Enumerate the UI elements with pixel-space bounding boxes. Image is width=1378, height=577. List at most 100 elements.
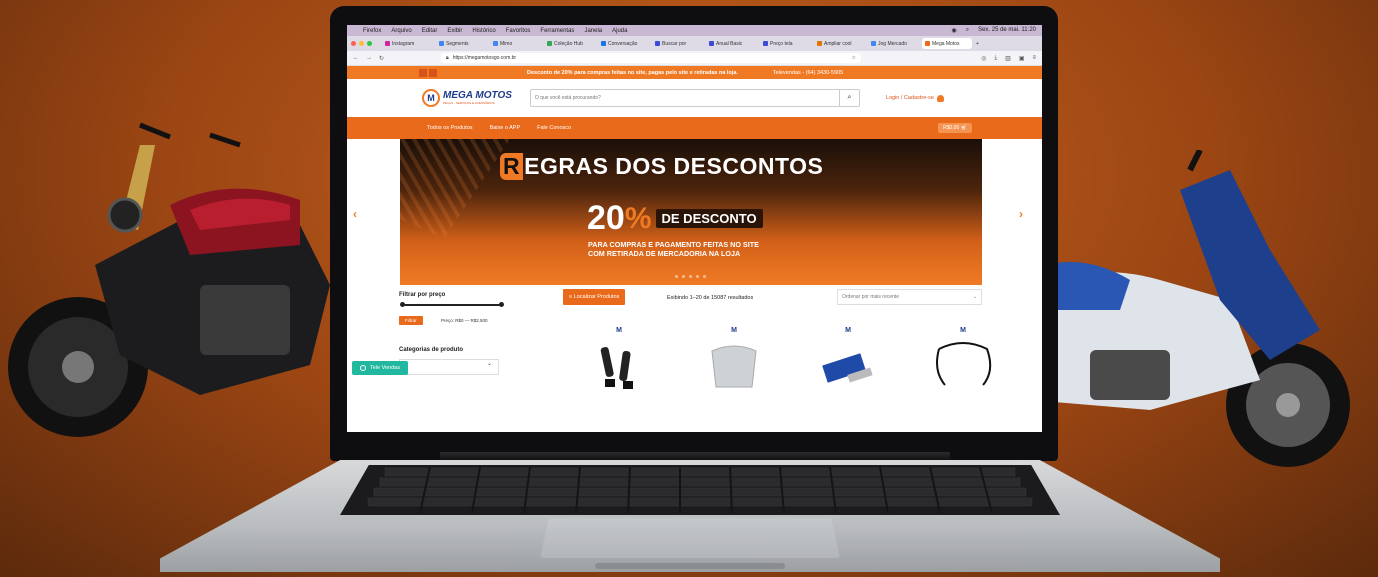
menu-firefox[interactable]: Firefox — [363, 28, 381, 34]
hero-discount-tag: DE DESCONTO — [655, 209, 763, 228]
menubar-status: ◉ ⌕ Sex. 25 de mai. 11:20 — [951, 27, 1036, 34]
browser-tab[interactable]: Ampliar cool — [814, 38, 864, 49]
site-logo[interactable]: M MEGA MOTOS PEÇAS · SERVIÇOS E ACESSÓRI… — [422, 89, 512, 107]
televendas-phone[interactable]: Televendas - (64) 3430-5905 — [773, 70, 843, 76]
logo-subtitle: PEÇAS · SERVIÇOS E ACESSÓRIOS — [443, 101, 495, 105]
new-tab-icon[interactable]: + — [976, 41, 979, 47]
nav-contact[interactable]: Fale Conosco — [537, 125, 571, 131]
price-slider[interactable] — [400, 302, 504, 307]
nav-all-products[interactable]: Todos os Produtos — [427, 125, 473, 131]
menu-ferramentas[interactable]: Ferramentas — [540, 28, 574, 34]
library-icon[interactable]: ▥ — [1005, 55, 1011, 62]
menu-arquivo[interactable]: Arquivo — [391, 28, 411, 34]
locate-products-button[interactable]: ≡ Localizar Produtos — [563, 289, 626, 305]
filter-button[interactable]: Filtrar — [399, 316, 423, 325]
whatsapp-icon — [360, 365, 366, 371]
sort-select[interactable]: Ordenar por mais recente ⌄ — [837, 289, 982, 305]
product-image-cable — [936, 342, 992, 386]
maximize-window-icon[interactable] — [367, 41, 372, 46]
bookmark-star-icon[interactable]: ☆ — [852, 55, 856, 61]
pocket-icon[interactable]: ◎ — [981, 55, 986, 62]
blue-scooter-image — [1030, 150, 1350, 467]
product-brand-icon: M — [845, 327, 851, 334]
chevron-down-icon: ⌄ — [486, 361, 492, 367]
menu-ajuda[interactable]: Ajuda — [612, 28, 627, 34]
menu-icon[interactable]: ≡ — [1032, 55, 1036, 62]
product-card[interactable]: M — [798, 327, 898, 391]
cart-button[interactable]: R$0,00 🛒︎ — [938, 123, 972, 133]
product-brand-icon: M — [960, 327, 966, 334]
price-range: Preço: R$0 — R$2.500 — [441, 318, 488, 323]
product-card[interactable]: M — [684, 327, 784, 391]
menu-janela[interactable]: Janela — [584, 28, 602, 34]
instagram-icon[interactable] — [429, 68, 437, 77]
search-input[interactable] — [530, 95, 839, 101]
forward-icon[interactable]: → — [366, 55, 372, 61]
chevron-down-icon: ⌄ — [972, 294, 977, 300]
social-links — [419, 68, 437, 77]
product-image-spark-plug — [822, 353, 873, 383]
search-icon[interactable]: ⌕ — [966, 27, 969, 34]
product-card[interactable]: M — [913, 327, 1013, 391]
hero-carousel: ‹ R EGRAS DOS DESCONTOS 20% DE DESCONTO P… — [347, 139, 1042, 289]
hero-discount: 20% DE DESCONTO — [587, 199, 763, 238]
hero-title: R EGRAS DOS DESCONTOS — [500, 153, 823, 180]
close-window-icon[interactable] — [351, 41, 356, 46]
hero-subtitle: PARA COMPRAS E PAGAMENTO FEITAS NO SITE … — [588, 240, 759, 258]
main-nav: Todos os Produtos Baixe o APP Fale Conos… — [347, 117, 1042, 139]
browser-tab[interactable]: Segments — [436, 38, 486, 49]
browser-tab[interactable]: Coleção Hub — [544, 38, 594, 49]
laptop-notch — [595, 563, 785, 569]
shop-content: Filtrar por preço Filtrar Preço: R$0 — R… — [347, 289, 1042, 429]
search-button[interactable]: ⌕ — [838, 90, 859, 106]
product-brand-icon: M — [731, 327, 737, 334]
download-icon[interactable]: ⤓ — [994, 55, 997, 62]
window-controls — [351, 41, 372, 46]
laptop-screen: Firefox Arquivo Editar Exibir Histórico … — [347, 25, 1042, 432]
search-box: ⌕ — [529, 89, 860, 107]
product-card[interactable]: M — [569, 327, 669, 391]
price-filter-title: Filtrar por preço — [399, 292, 446, 298]
browser-tab[interactable]: Preço tela — [760, 38, 810, 49]
hero-banner[interactable]: R EGRAS DOS DESCONTOS 20% DE DESCONTO PAR… — [400, 139, 982, 285]
product-brand-icon: M — [616, 327, 622, 334]
televendas-chat-button[interactable]: Tele Vendas — [352, 361, 408, 375]
carousel-dots[interactable] — [675, 275, 706, 278]
results-count: Exibindo 1–20 de 15087 resultados — [667, 295, 754, 301]
login-link[interactable]: Login / Cadastre-se — [886, 94, 944, 102]
carousel-next-icon[interactable]: › — [1019, 207, 1023, 221]
browser-tab[interactable]: Conversação — [598, 38, 648, 49]
url-field[interactable]: 🔒︎ https://megamotosgo.com.br ☆ — [441, 53, 862, 63]
menu-historico[interactable]: Histórico — [472, 28, 495, 34]
categories-title: Categorias de produto — [399, 347, 464, 353]
wifi-icon[interactable]: ◉ — [951, 27, 956, 34]
browser-tab[interactable]: Mimo — [490, 38, 540, 49]
user-icon — [936, 94, 944, 102]
reload-icon[interactable]: ↻ — [379, 55, 384, 62]
browser-toolbar: ← → ↻ 🔒︎ https://megamotosgo.com.br ☆ ◎ … — [347, 51, 1042, 66]
minimize-window-icon[interactable] — [359, 41, 364, 46]
menu-favoritos[interactable]: Favoritos — [506, 28, 531, 34]
url-text: https://megamotosgo.com.br — [452, 55, 517, 61]
category-select[interactable]: ⌄ — [399, 359, 499, 375]
keyboard — [340, 465, 1060, 515]
browser-tab[interactable]: Jog Mercado — [868, 38, 918, 49]
browser-tab[interactable]: Buscar por — [652, 38, 702, 49]
nav-download-app[interactable]: Baixe o APP — [490, 125, 521, 131]
carousel-prev-icon[interactable]: ‹ — [353, 207, 357, 221]
promo-bar: Desconto de 20% para compras feitas no s… — [347, 66, 1042, 79]
browser-tab-active[interactable]: Mega Motos — [922, 38, 972, 49]
product-image-levers — [600, 347, 633, 389]
facebook-icon[interactable] — [419, 68, 427, 77]
extension-icon[interactable]: ▣ — [1019, 55, 1025, 62]
product-image-visor — [711, 345, 757, 388]
menu-exibir[interactable]: Exibir — [447, 28, 462, 34]
browser-tab[interactable]: Instagram — [382, 38, 432, 49]
tire-track-graphic — [400, 139, 510, 239]
clock[interactable]: Sex. 25 de mai. 11:20 — [978, 27, 1036, 34]
site-header: M MEGA MOTOS PEÇAS · SERVIÇOS E ACESSÓRI… — [347, 79, 1042, 117]
back-icon[interactable]: ← — [353, 55, 359, 61]
browser-tab[interactable]: Anual Basic — [706, 38, 756, 49]
logo-mark-icon: M — [422, 89, 440, 107]
menu-editar[interactable]: Editar — [422, 28, 438, 34]
